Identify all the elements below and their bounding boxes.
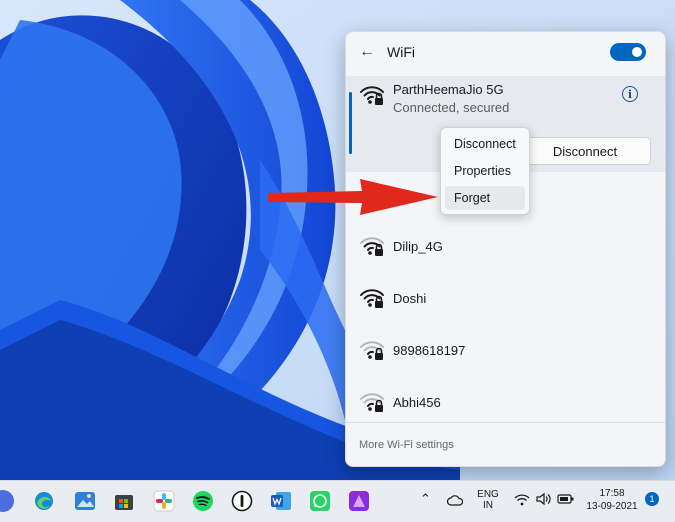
date-label: 13-09-2021: [586, 501, 638, 512]
store-icon[interactable]: [113, 490, 135, 512]
back-arrow-icon[interactable]: ←: [356, 41, 378, 63]
network-row[interactable]: Doshi: [346, 272, 665, 324]
affinity-icon[interactable]: [348, 490, 370, 512]
network-name: Doshi: [393, 291, 427, 306]
region-label: IN: [483, 500, 493, 511]
language-label: ENG: [477, 489, 499, 500]
network-context-menu: Disconnect Properties Forget: [440, 127, 530, 215]
photos-icon[interactable]: [74, 490, 96, 512]
wifi-tray-icon[interactable]: [514, 493, 530, 506]
clock[interactable]: 17:58 13-09-2021: [582, 488, 642, 512]
language-indicator[interactable]: ENG IN: [476, 489, 500, 511]
menu-item-properties[interactable]: Properties: [445, 159, 525, 183]
spotify-icon[interactable]: [192, 490, 214, 512]
cloud-icon[interactable]: [447, 494, 463, 506]
wifi-panel: ← WiFi ParthHeemaJio 5G Connected, secur…: [345, 31, 666, 467]
chevron-up-icon[interactable]: ⌃: [420, 491, 431, 507]
volume-icon[interactable]: [536, 492, 552, 506]
network-row[interactable]: Abhi456: [346, 376, 665, 428]
more-wifi-settings-link[interactable]: More Wi-Fi settings: [359, 439, 454, 451]
slack-icon[interactable]: [153, 490, 175, 512]
network-row[interactable]: Dilip_4G: [346, 220, 665, 272]
connected-network-status: Connected, secured: [393, 100, 510, 115]
wifi-secured-icon: [360, 237, 384, 256]
network-name: 9898618197: [393, 343, 466, 358]
red-arrow-annotation: [268, 179, 438, 215]
toggle-knob: [632, 47, 642, 57]
panel-title: WiFi: [387, 44, 415, 60]
connected-network-name: ParthHeemaJio 5G: [393, 82, 504, 97]
wifi-panel-header: ← WiFi: [346, 32, 665, 72]
wifi-secured-icon: [360, 393, 384, 412]
disconnect-button[interactable]: Disconnect: [519, 137, 651, 165]
network-name: Abhi456: [393, 395, 441, 410]
time-label: 17:58: [599, 488, 625, 499]
onepassword-icon[interactable]: [231, 490, 253, 512]
edge-icon[interactable]: [33, 490, 55, 512]
wifi-secured-icon: [360, 341, 384, 360]
battery-icon[interactable]: [557, 492, 575, 506]
word-icon[interactable]: [270, 490, 292, 512]
wifi-secured-icon: [360, 289, 384, 308]
footer-divider: [346, 422, 665, 423]
wifi-secured-icon: [360, 86, 384, 105]
network-row[interactable]: 9898618197: [346, 324, 665, 376]
selected-accent-bar: [349, 92, 352, 154]
whatsapp-icon[interactable]: [309, 490, 331, 512]
menu-item-forget[interactable]: Forget: [445, 186, 525, 210]
network-name: Dilip_4G: [393, 239, 443, 254]
notification-badge[interactable]: 1: [645, 492, 659, 506]
menu-item-disconnect[interactable]: Disconnect: [445, 132, 525, 156]
wifi-toggle[interactable]: [610, 43, 646, 61]
info-icon[interactable]: i: [622, 86, 638, 102]
